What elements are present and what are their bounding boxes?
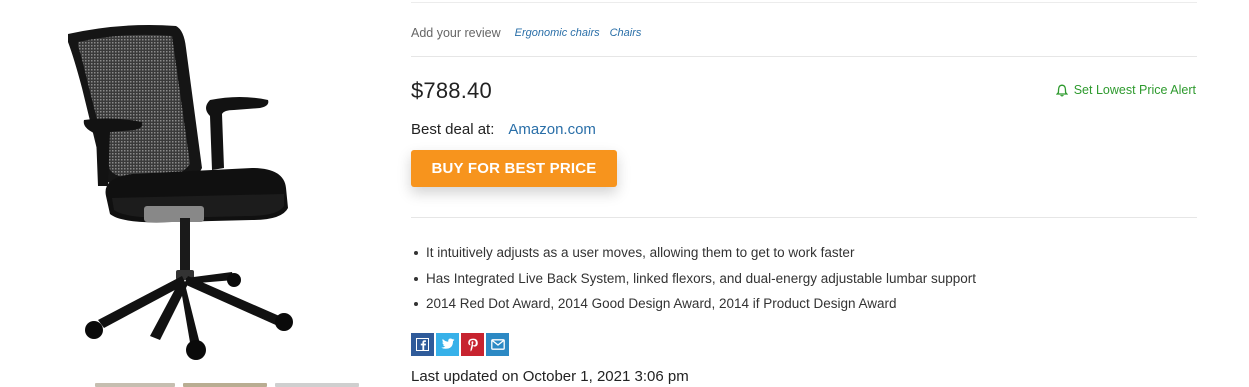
- best-deal-label: Best deal at:: [411, 121, 495, 138]
- tag-chairs[interactable]: Chairs: [610, 27, 642, 39]
- share-email-button[interactable]: [486, 333, 509, 356]
- last-updated-text: Last updated on October 1, 2021 3:06 pm: [411, 368, 689, 385]
- bullet-icon: [414, 251, 418, 255]
- tag-ergonomic-chairs[interactable]: Ergonomic chairs: [515, 27, 600, 39]
- thumbnail-3[interactable]: [275, 383, 359, 387]
- bullet-icon: [414, 276, 418, 281]
- review-row: Add your review Ergonomic chairs Chairs: [411, 24, 641, 42]
- facebook-icon: [416, 338, 429, 351]
- set-price-alert-link[interactable]: Set Lowest Price Alert: [1055, 83, 1196, 97]
- email-icon: [490, 339, 505, 350]
- feature-item: It intuitively adjusts as a user moves, …: [411, 244, 976, 270]
- feature-text: 2014 Red Dot Award, 2014 Good Design Awa…: [426, 296, 897, 311]
- bell-icon: [1055, 84, 1068, 96]
- feature-item: 2014 Red Dot Award, 2014 Good Design Awa…: [411, 295, 976, 321]
- price: $788.40: [411, 78, 492, 103]
- feature-text: Has Integrated Live Back System, linked …: [426, 270, 977, 286]
- share-buttons: [411, 333, 511, 356]
- thumbnail-1[interactable]: [95, 383, 175, 387]
- add-review-link[interactable]: Add your review: [411, 26, 501, 40]
- best-deal-store-link[interactable]: Amazon.com: [508, 121, 596, 138]
- bullet-icon: [414, 302, 418, 306]
- set-price-alert-label: Set Lowest Price Alert: [1073, 83, 1196, 97]
- feature-text: It intuitively adjusts as a user moves, …: [426, 245, 855, 260]
- top-divider: [411, 2, 1197, 3]
- share-facebook-button[interactable]: [411, 333, 434, 356]
- share-pinterest-button[interactable]: [461, 333, 484, 356]
- best-deal-row: Best deal at: Amazon.com: [411, 121, 596, 138]
- buy-for-best-price-button[interactable]: BUY FOR BEST PRICE: [411, 150, 617, 187]
- twitter-icon: [441, 338, 455, 349]
- feature-item: Has Integrated Live Back System, linked …: [411, 270, 976, 296]
- thumbnail-2[interactable]: [183, 383, 267, 387]
- image-thumbnails[interactable]: [95, 383, 365, 387]
- pinterest-icon: [467, 338, 478, 351]
- divider: [411, 56, 1197, 57]
- product-image-chair[interactable]: [52, 18, 322, 368]
- share-twitter-button[interactable]: [436, 333, 459, 356]
- feature-list: It intuitively adjusts as a user moves, …: [411, 244, 976, 321]
- divider: [411, 217, 1197, 218]
